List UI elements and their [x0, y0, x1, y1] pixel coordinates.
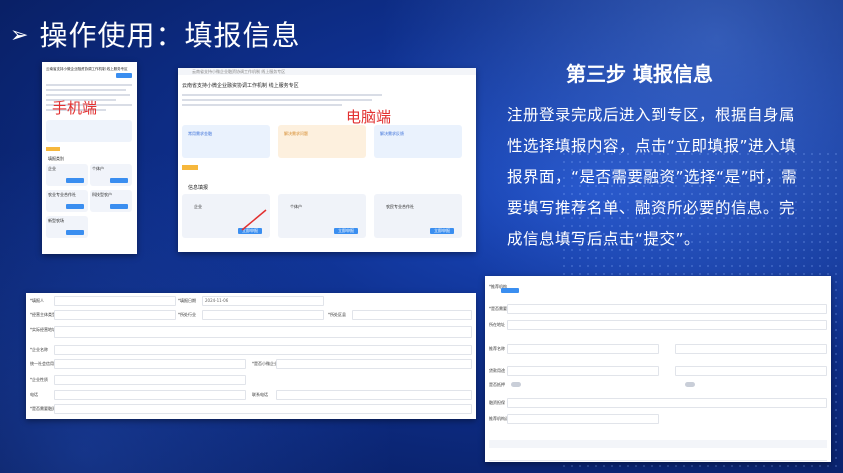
mobile-item-0-button[interactable]: [66, 178, 84, 183]
need-financing-select[interactable]: [54, 404, 472, 414]
recommend-type-field[interactable]: [675, 344, 827, 354]
company-nature-select[interactable]: [54, 375, 246, 385]
county-select[interactable]: [352, 310, 472, 320]
slide-title: ➢ 操作使用：填报信息: [10, 14, 300, 54]
desktop-screenshot: 云南省支持小微企业融资协调工作机制 线上服务专区 云南省支持小微企业融资协调工作…: [178, 68, 476, 252]
mortgage-toggle[interactable]: [511, 382, 521, 387]
company-name-field[interactable]: [54, 345, 472, 355]
form-left-screenshot: *填报人 *填报日期 2024-11-06 *经营主体类型 *所处行业 *所处区…: [26, 293, 476, 419]
guarantee-field[interactable]: [507, 398, 827, 408]
mobile-blue-block: [46, 120, 132, 142]
industry-select[interactable]: [202, 310, 324, 320]
guarantee-toggle[interactable]: [685, 382, 695, 387]
mobile-item-1-button[interactable]: [110, 178, 128, 183]
mobile-item-4-button[interactable]: [66, 230, 84, 235]
mobile-screenshot: 云南省支持小微企业融资协调工作机制 线上服务专区 填报类别 企业 个体户 农业专…: [42, 62, 137, 254]
desktop-title: 云南省支持小微企业融资协调工作机制 线上服务专区: [182, 83, 299, 89]
loan-purpose-field[interactable]: [507, 366, 659, 376]
loan-amount-field[interactable]: [675, 366, 827, 376]
form-right-table-header: [489, 440, 827, 448]
desktop-label: 电脑端: [346, 108, 392, 126]
report-date-field[interactable]: 2024-11-06: [202, 296, 324, 306]
reporter-field[interactable]: [54, 296, 176, 306]
mobile-label: 手机端: [52, 99, 98, 117]
form-right-screenshot: *推荐机构 *是否需要融资 所在地址 推荐名称 贷款用途 是否抵押 融资担保 推…: [485, 276, 831, 462]
phone-field[interactable]: [54, 390, 246, 400]
step-description: 注册登录完成后进入到专区，根据自身属性选择填报内容，点击“立即填报”进入填报界面…: [507, 106, 798, 248]
desktop-card-0[interactable]: 常用需求金融: [182, 125, 270, 158]
mobile-top-button[interactable]: [116, 73, 132, 78]
slide-title-text: 操作使用：填报信息: [39, 19, 301, 52]
form-right-table-row: [489, 452, 827, 461]
select-agency-button[interactable]: [501, 288, 519, 293]
mobile-title: 云南省支持小微企业融资协调工作机制 线上服务专区: [46, 67, 128, 71]
mobile-tag: [46, 147, 60, 151]
mobile-item-4[interactable]: 新型农场: [46, 216, 88, 238]
desktop-tag: [182, 165, 198, 170]
desktop-breadcrumb: 云南省支持小微企业融资协调工作机制 线上服务专区: [192, 69, 286, 74]
mobile-section-label: 填报类别: [48, 156, 64, 161]
mobile-item-3-button[interactable]: [110, 204, 128, 209]
contact-phone-field[interactable]: [276, 390, 472, 400]
location-field[interactable]: [507, 320, 827, 330]
desktop-item-1[interactable]: 个体户 立即申报: [278, 194, 366, 238]
mobile-item-2[interactable]: 农业专业合作社: [46, 190, 88, 212]
mobile-item-1[interactable]: 个体户: [90, 164, 132, 186]
step-title: 第三步 填报信息: [566, 62, 713, 86]
desktop-item-1-button[interactable]: 立即申报: [334, 228, 358, 234]
mobile-item-0[interactable]: 企业: [46, 164, 88, 186]
pointer-arrow-icon: [241, 209, 267, 231]
desktop-card-1[interactable]: 解决需求问题: [278, 125, 366, 158]
financing-field[interactable]: [507, 304, 827, 314]
mobile-item-2-button[interactable]: [66, 204, 84, 209]
mobile-item-3[interactable]: 科技型农户: [90, 190, 132, 212]
desktop-item-2-button[interactable]: 立即申报: [430, 228, 454, 234]
entity-type-select[interactable]: [54, 310, 176, 320]
is-small-select[interactable]: [276, 359, 472, 369]
agency-select[interactable]: [507, 414, 659, 424]
desktop-card-2[interactable]: 解决需求反馈: [374, 125, 462, 158]
desktop-item-2[interactable]: 农民专业合作社 立即申报: [374, 194, 462, 238]
credit-code-field[interactable]: [54, 359, 246, 369]
arrow-icon: ➢: [10, 23, 30, 48]
desktop-section-label: 信息填报: [188, 185, 209, 191]
recommend-name-field[interactable]: [507, 344, 659, 354]
address-field[interactable]: [54, 326, 472, 338]
